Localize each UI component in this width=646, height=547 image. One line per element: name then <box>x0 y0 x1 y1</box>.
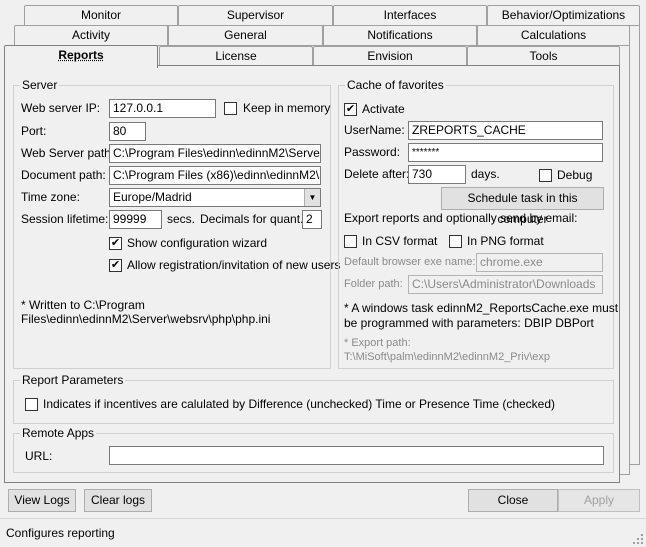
tab-activity[interactable]: Activity <box>14 25 168 45</box>
tab-tools[interactable]: Tools <box>467 46 620 66</box>
view-logs-button[interactable]: View Logs <box>8 489 76 512</box>
tab-notifications[interactable]: Notifications <box>323 25 477 45</box>
browser-exe-label: Default browser exe name: <box>344 256 476 268</box>
document-path-label: Document path: <box>21 168 106 182</box>
url-input[interactable] <box>109 446 604 465</box>
secs-label: secs. <box>167 212 196 226</box>
close-button[interactable]: Close <box>468 489 558 512</box>
task-note-line1: * A windows task edinnM2_ReportsCache.ex… <box>344 301 619 315</box>
export-heading: Export reports and optionally send by em… <box>344 211 578 225</box>
report-parameters-group: Report Parameters Indicates if incentive… <box>13 373 614 424</box>
png-format-checkbox[interactable] <box>449 235 462 248</box>
username-input[interactable]: ZREPORTS_CACHE <box>408 121 603 140</box>
export-path-line1: * Export path: <box>344 337 411 349</box>
web-server-path-label: Web Server path: <box>21 146 115 160</box>
remote-apps-legend: Remote Apps <box>20 426 97 440</box>
debug-label: Debug <box>557 168 593 182</box>
tab-monitor[interactable]: Monitor <box>24 5 178 25</box>
report-parameters-legend: Report Parameters <box>20 373 126 387</box>
decimals-input[interactable]: 2 <box>302 210 322 229</box>
incentives-checkbox[interactable] <box>25 398 38 411</box>
status-bar: Configures reporting <box>0 518 646 547</box>
folder-path-input[interactable]: C:\Users\Administrator\Downloads <box>408 275 603 294</box>
folder-path-label: Folder path: <box>344 278 403 290</box>
php-ini-note-line2: Files\edinn\edinnM2\Server\websrv\php\ph… <box>21 312 271 326</box>
show-wizard-label: Show configuration wizard <box>127 236 268 250</box>
export-path-line2: T:\MiSoft\palm\edinnM2\edinnM2_Priv\exp <box>344 351 551 363</box>
clear-logs-button[interactable]: Clear logs <box>84 489 152 512</box>
remote-apps-group: Remote Apps URL: <box>13 426 614 473</box>
activate-checkbox[interactable]: ✔ <box>344 103 357 116</box>
web-server-ip-input[interactable]: 127.0.0.1 <box>109 99 216 118</box>
days-label: days. <box>471 167 500 181</box>
csv-format-label: In CSV format <box>362 234 438 248</box>
tab-reports[interactable]: Reports <box>4 45 158 68</box>
tab-interfaces[interactable]: Interfaces <box>333 5 487 25</box>
incentives-label: Indicates if incentives are calulated by… <box>43 397 556 411</box>
browser-exe-input[interactable]: chrome.exe <box>476 253 603 272</box>
keep-in-memory-label: Keep in memory <box>243 101 331 115</box>
tab-behavior-optimizations[interactable]: Behavior/Optimizations <box>487 5 640 25</box>
keep-in-memory-checkbox[interactable] <box>224 102 237 115</box>
password-input[interactable]: ******* <box>408 143 603 162</box>
allow-registration-label: Allow registration/invitation of new use… <box>127 258 341 272</box>
reports-tab-page: Server Web server IP: 127.0.0.1 Keep in … <box>4 65 620 483</box>
csv-format-checkbox[interactable] <box>344 235 357 248</box>
web-server-ip-label: Web server IP: <box>21 101 101 115</box>
password-label: Password: <box>344 145 401 159</box>
status-text: Configures reporting <box>6 526 115 540</box>
session-lifetime-input[interactable]: 99999 <box>109 210 162 229</box>
decimals-label: Decimals for quant.: <box>200 212 307 226</box>
resize-grip-icon[interactable] <box>632 533 644 545</box>
server-legend: Server <box>20 78 60 92</box>
show-wizard-checkbox[interactable]: ✔ <box>109 237 122 250</box>
png-format-label: In PNG format <box>467 234 544 248</box>
checkmark-icon: ✔ <box>110 237 121 249</box>
port-input[interactable]: 80 <box>109 122 146 141</box>
delete-after-input[interactable]: 730 <box>408 165 466 184</box>
tab-envision[interactable]: Envision <box>313 46 467 66</box>
checkmark-icon: ✔ <box>345 103 356 115</box>
username-label: UserName: <box>344 123 405 137</box>
server-group: Server Web server IP: 127.0.0.1 Keep in … <box>13 78 340 369</box>
tab-general[interactable]: General <box>168 25 323 45</box>
url-label: URL: <box>25 449 53 463</box>
tab-calculations[interactable]: Calculations <box>477 25 630 45</box>
apply-button[interactable]: Apply <box>558 489 640 512</box>
checkmark-icon: ✔ <box>110 259 121 271</box>
php-ini-note-line1: * Written to C:\Program <box>21 298 145 312</box>
document-path-input[interactable]: C:\Program Files (x86)\edinn\edinnM2\Ser… <box>109 166 321 185</box>
session-lifetime-label: Session lifetime: <box>21 212 109 226</box>
allow-registration-checkbox[interactable]: ✔ <box>109 259 122 272</box>
debug-checkbox[interactable] <box>539 169 552 182</box>
tab-license[interactable]: License <box>159 46 313 66</box>
tab-supervisor[interactable]: Supervisor <box>178 5 333 25</box>
chevron-down-icon[interactable]: ▼ <box>304 189 320 206</box>
cache-favorites-legend: Cache of favorites <box>345 78 446 92</box>
delete-after-label: Delete after: <box>344 167 410 181</box>
time-zone-label: Time zone: <box>21 190 80 204</box>
port-label: Port: <box>21 124 47 138</box>
cache-favorites-group: Cache of favorites ✔ Activate UserName: … <box>338 78 618 369</box>
web-server-path-input[interactable]: C:\Program Files\edinn\edinnM2\Server <box>109 144 321 163</box>
task-note-line2: be programmed with parameters: DBIP DBPo… <box>344 316 594 330</box>
schedule-task-button[interactable]: Schedule task in this computer <box>441 187 604 226</box>
time-zone-value: Europe/Madrid <box>113 190 192 204</box>
activate-label: Activate <box>362 102 405 116</box>
time-zone-select[interactable]: Europe/Madrid ▼ <box>109 188 321 207</box>
